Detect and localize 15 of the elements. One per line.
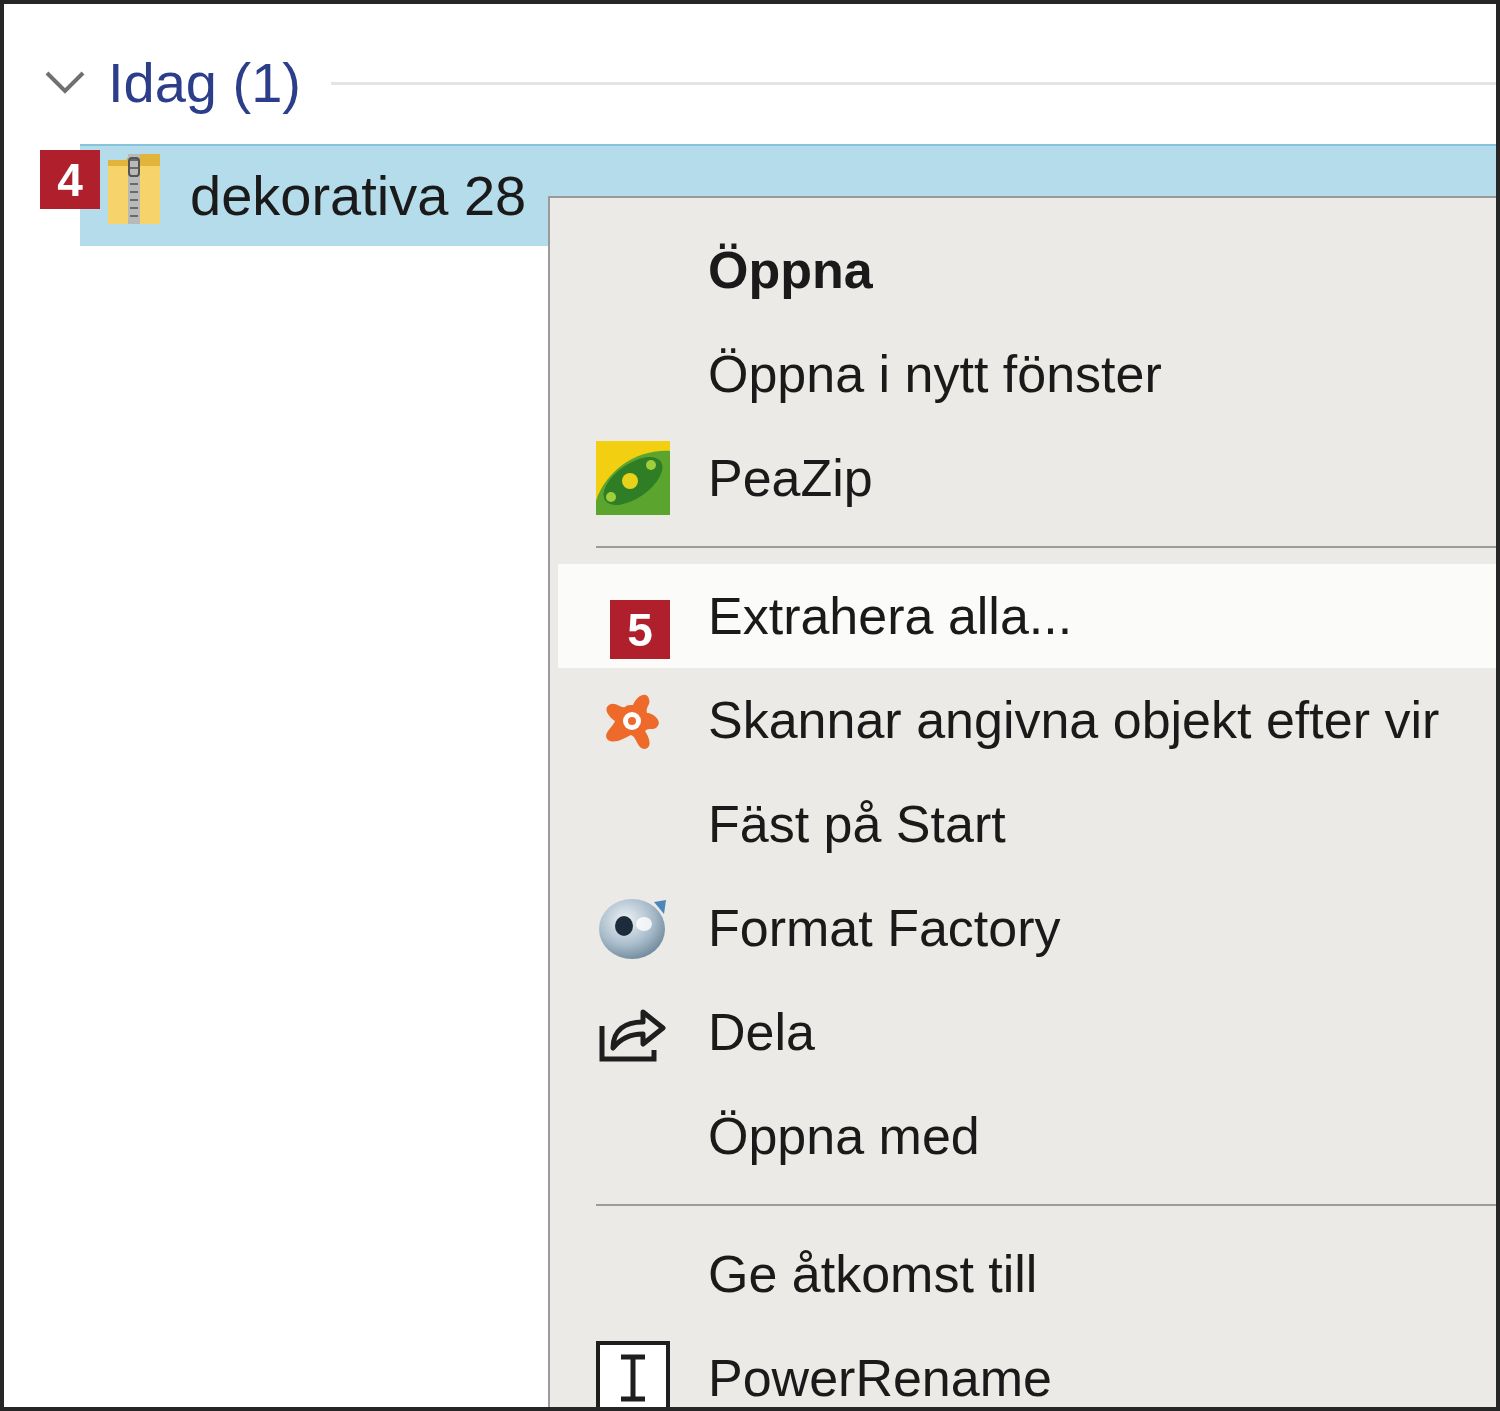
- text-cursor-icon: [596, 1341, 670, 1407]
- pea-pod-icon: [596, 441, 670, 515]
- menu-item[interactable]: Dela: [558, 980, 1496, 1084]
- menu-item[interactable]: Öppna med: [558, 1084, 1496, 1188]
- zip-folder-icon: [108, 154, 160, 224]
- menu-item[interactable]: Fäst på Start: [558, 772, 1496, 876]
- menu-item[interactable]: PowerRename: [558, 1326, 1496, 1407]
- menu-item[interactable]: Öppna i nytt fönster: [558, 322, 1496, 426]
- menu-item[interactable]: PeaZip: [558, 426, 1496, 530]
- menu-item[interactable]: Skannar angivna objekt efter vir: [558, 668, 1496, 772]
- sphere-icon: [598, 896, 668, 960]
- menu-item[interactable]: Format Factory: [558, 876, 1496, 980]
- callout-badge: 4: [40, 150, 100, 209]
- menu-item[interactable]: Ge åtkomst till: [558, 1222, 1496, 1326]
- callout-badge: 5: [610, 600, 670, 659]
